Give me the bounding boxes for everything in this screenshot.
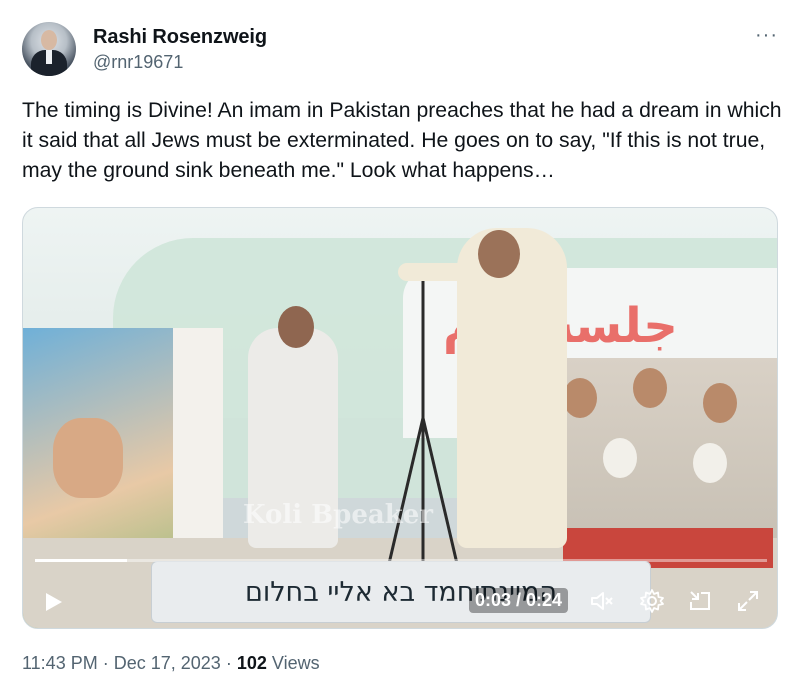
tweet-meta: 11:43 PM · Dec 17, 2023 · 102 Views [22, 653, 320, 674]
avatar-shirt [46, 50, 52, 64]
crowd-head [703, 383, 737, 423]
video-progress-bar[interactable] [35, 559, 767, 562]
scene-imam-arm [398, 263, 488, 281]
crowd-head [693, 443, 727, 483]
video-time: 0:03 / 0:24 [469, 588, 569, 613]
author-handle[interactable]: @rnr19671 [93, 52, 183, 73]
settings-icon[interactable] [639, 588, 665, 614]
meta-separator: · [225, 653, 237, 673]
video-progress-fill [35, 559, 127, 562]
pip-icon[interactable] [687, 588, 713, 614]
avatar-head [41, 30, 57, 50]
video-watermark: Koli Bpeaker [243, 500, 433, 530]
crowd-head [603, 438, 637, 478]
scene-person-left-head [278, 306, 314, 348]
play-icon[interactable] [41, 590, 65, 614]
fullscreen-icon[interactable] [735, 588, 761, 614]
views-label: Views [271, 653, 320, 673]
tweet-text: The timing is Divine! An imam in Pakista… [22, 99, 782, 182]
tweet-date[interactable]: Dec 17, 2023 [114, 653, 221, 673]
tweet-time[interactable]: 11:43 PM [22, 653, 98, 673]
crowd-head [633, 368, 667, 408]
scene-poster-face [53, 418, 123, 498]
more-options-icon[interactable]: ··· [755, 24, 778, 47]
mute-icon[interactable] [589, 588, 615, 614]
author-name[interactable]: Rashi Rosenzweig [93, 26, 267, 49]
meta-separator: · [102, 653, 114, 673]
scene-imam-head [478, 230, 520, 278]
tweet-card: Rashi Rosenzweig @rnr19671 ··· The timin… [0, 0, 808, 694]
video-player[interactable]: جلسه عام Koli B [22, 207, 778, 629]
crowd-head [563, 378, 597, 418]
video-subtitle: המיינתיחמד בא אליי בחלום [151, 561, 651, 623]
avatar[interactable] [22, 22, 76, 76]
views-count: 102 [236, 653, 267, 673]
